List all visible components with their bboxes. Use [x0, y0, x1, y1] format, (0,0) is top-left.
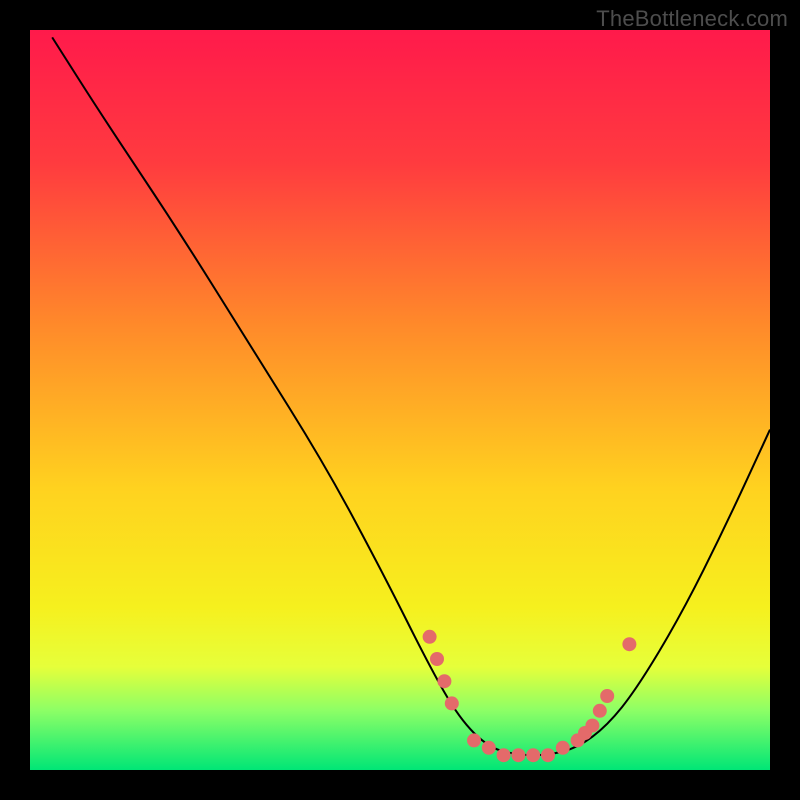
- bottleneck-chart: [30, 30, 770, 770]
- curve-marker: [556, 741, 570, 755]
- curve-marker: [600, 689, 614, 703]
- curve-marker: [430, 652, 444, 666]
- curve-marker: [526, 748, 540, 762]
- curve-marker: [497, 748, 511, 762]
- curve-marker: [593, 704, 607, 718]
- curve-marker: [445, 696, 459, 710]
- curve-marker: [482, 741, 496, 755]
- curve-marker: [541, 748, 555, 762]
- watermark-text: TheBottleneck.com: [596, 6, 788, 32]
- curve-marker: [511, 748, 525, 762]
- chart-frame: [30, 30, 770, 770]
- curve-marker: [467, 733, 481, 747]
- curve-marker: [585, 719, 599, 733]
- curve-marker: [622, 637, 636, 651]
- plot-area: [30, 30, 770, 770]
- gradient-background: [30, 30, 770, 770]
- curve-marker: [423, 630, 437, 644]
- curve-marker: [437, 674, 451, 688]
